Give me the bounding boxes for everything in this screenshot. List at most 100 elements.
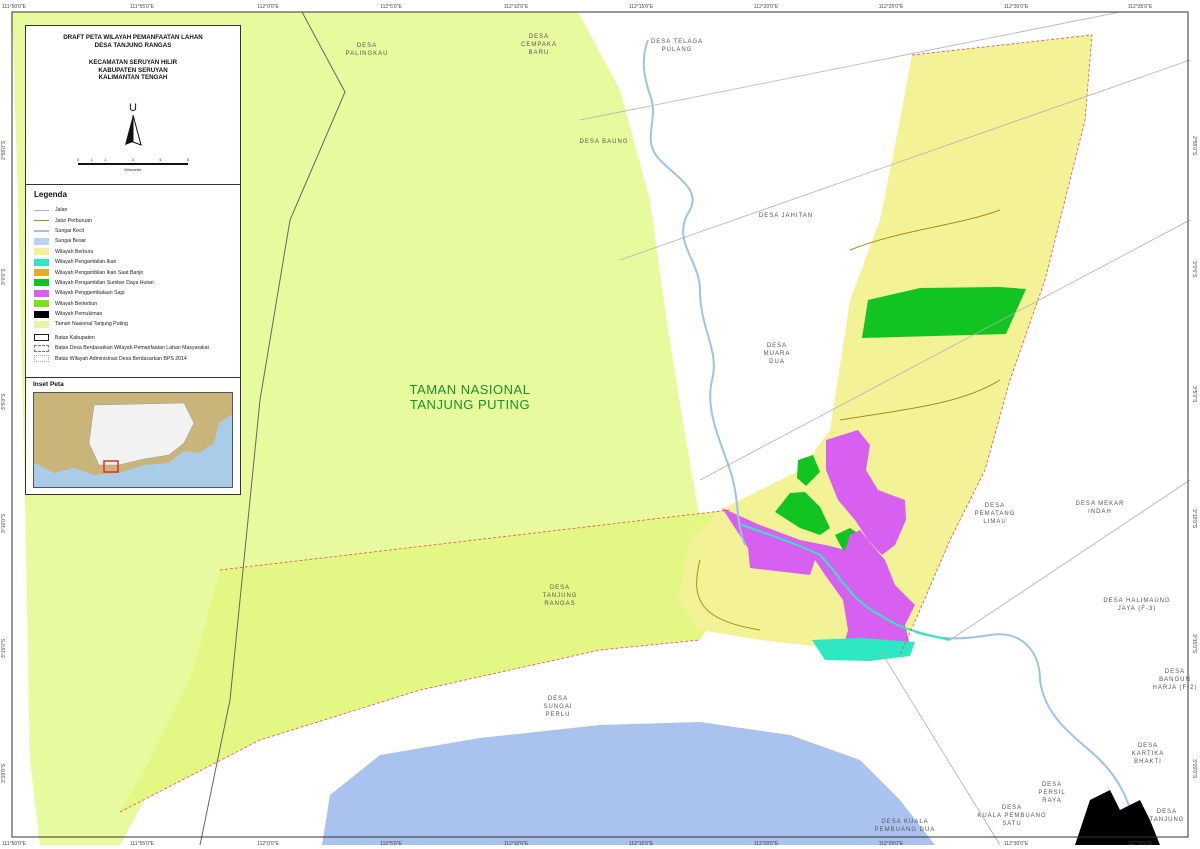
tick-label: 112°5'0"E — [380, 4, 402, 10]
tick-label: 111°55'0"E — [129, 4, 155, 10]
tick-label: 3°20'0"S — [1, 763, 7, 783]
inset-map — [33, 392, 233, 488]
map-title-line-1: DRAFT PETA WILAYAH PEMANFAATAN LAHAN — [63, 34, 203, 41]
tick-label: 3°0'0"S — [1, 268, 7, 285]
scale-number: 4 — [132, 158, 134, 162]
fishing-area — [812, 638, 915, 661]
place-halimaung-jaya: DESA HALIMAUNG JAYA (F-3) — [1103, 598, 1171, 612]
tick-label: 112°5'0"E — [380, 841, 402, 847]
legend-items: Jalan Jalur Perburuan Sungai Kecil Sungai B… — [34, 205, 236, 364]
tick-label: 112°35'0"E — [1127, 4, 1153, 10]
scale-number: 2 — [104, 158, 107, 162]
legend-swatch — [34, 320, 49, 328]
tick-label: 3°15'0"S — [1191, 634, 1197, 654]
legend-item: Batas Kabupaten — [34, 333, 236, 343]
place-pematang-limau: DESA PEMATANG LIMAU — [974, 503, 1016, 525]
legend-swatch — [34, 279, 49, 287]
tick-label: 2°55'0"S — [1191, 136, 1197, 156]
legend-swatch — [34, 227, 49, 234]
legend: Legenda Jalan Jalur Perburuan Sungai Kecil… — [26, 185, 240, 378]
place-baung: DESA BAUNG — [579, 139, 629, 145]
legend-swatch — [34, 258, 49, 266]
place-mekar-indah: DESA MEKAR INDAH — [1075, 501, 1125, 515]
legend-heading: Legenda — [34, 190, 67, 199]
tick-label: 111°50'0"E — [1, 841, 27, 847]
legend-swatch — [34, 248, 49, 256]
map-title: DRAFT PETA WILAYAH PEMANFAATAN LAHAN DES… — [26, 34, 240, 49]
tick-label: 112°10'0"E — [503, 4, 529, 10]
tick-label: 112°35'0"E — [1127, 841, 1153, 847]
legend-label: Wilayah Berburu — [55, 248, 94, 255]
tick-label: 112°0'0"E — [257, 841, 279, 847]
tick-label: 3°15'0"S — [1, 638, 7, 658]
legend-item: Wilayah Berburu — [34, 247, 236, 257]
place-telaga-pulang: DESA TELAGA PULANG — [650, 39, 704, 53]
tick-label: 112°30'0"E — [1003, 841, 1029, 847]
park-label-line-1: TAMAN NASIONAL — [409, 382, 531, 397]
legend-item: Wilayah Pemukiman — [34, 309, 236, 319]
north-letter: U — [129, 102, 137, 114]
park-label-line-2: TANJUNG PUTING — [409, 397, 531, 412]
scale-number: 1 — [90, 158, 93, 162]
map-canvas: 111°50'0"E 111°55'0"E 112°0'0"E 112°5'0"E 11… — [0, 0, 1200, 849]
legend-item: Wilayah Penggembalaan Sapi — [34, 288, 236, 298]
legend-swatch — [34, 344, 49, 352]
legend-label: Wilayah Penggembalaan Sapi — [55, 290, 125, 297]
north-arrow: U — [118, 102, 148, 151]
place-sungai-perlu: DESA SUNGAI PERLU — [543, 696, 573, 718]
legend-swatch — [34, 217, 49, 224]
legend-label: Batas Kabupaten — [55, 334, 95, 341]
place-jahitan: DESA JAHITAN — [758, 213, 814, 219]
place-tanjung-rangas: DESA TANJUNG RANGAS — [542, 585, 578, 607]
legend-item: Sungai Kecil — [34, 226, 236, 236]
legend-item: Batas Wilayah Administrasi Desa Berdasar… — [34, 353, 236, 363]
inset-heading: Inset Peta — [33, 381, 64, 388]
tick-label: 112°25'0"E — [878, 841, 904, 847]
scale-number: 8 — [187, 158, 189, 162]
legend-swatch — [34, 207, 49, 214]
map-subtitle-line-1: KECAMATAN SERUYAN HILIR — [88, 59, 178, 66]
scale-bar: 0 1 2 4 6 8 Kilometer — [77, 158, 189, 172]
place-kuala-pembuang-dua: DESA KUALA PEMBUANG DUA — [874, 819, 936, 833]
place-muara-dua: DESA MUARA DUA — [763, 343, 791, 365]
park-label: TAMAN NASIONAL TANJUNG PUTING — [410, 382, 531, 412]
tick-label: 2°55'0"S — [1, 140, 7, 160]
legend-label: Wilayah Pengambilan Sumber Daya Hutan — [55, 279, 154, 286]
place-palingkau: DESA PALINGKAU — [345, 43, 389, 57]
legend-label: Wilayah Pengambilan Ikan — [55, 259, 117, 266]
legend-item: Wilayah Pengambilan Ikan — [34, 257, 236, 267]
legend-swatch — [34, 310, 49, 318]
tick-label: 112°10'0"E — [503, 841, 529, 847]
legend-swatch — [34, 237, 49, 245]
place-tanjung: DESA TANJUNG — [1149, 809, 1185, 823]
tick-label: 112°20'0"E — [753, 841, 779, 847]
legend-label: Sungai Besar — [55, 238, 87, 245]
legend-swatch — [34, 300, 49, 308]
legend-swatch — [34, 355, 49, 363]
inset-map-block: Inset Peta — [26, 378, 240, 496]
tick-label: 3°10'0"S — [1, 513, 7, 533]
legend-label: Jalur Perburuan — [55, 217, 92, 224]
tick-label: 3°0'0"S — [1191, 261, 1197, 278]
tick-label: 3°5'0"S — [1191, 386, 1197, 403]
inset-map-graphic — [34, 393, 232, 487]
tick-label: 3°5'0"S — [1, 393, 7, 410]
title-block: DRAFT PETA WILAYAH PEMANFAATAN LAHAN DES… — [26, 26, 240, 185]
legend-item: Wilayah Pengambilan Sumber Daya Hutan — [34, 278, 236, 288]
legend-label: Wilayah Berkebun — [55, 300, 98, 307]
map-title-line-2: DESA TANJUNG RANGAS — [94, 41, 172, 49]
tick-label: 112°15'0"E — [628, 841, 654, 847]
tick-label: 111°50'0"E — [1, 4, 27, 10]
legend-label: Batas Desa Berdasarkan Wilayah Pemanfaat… — [55, 345, 209, 352]
place-bangun-harja: DESA BANGUN HARJA (F-2) — [1152, 669, 1198, 691]
place-kartika-bhakti: DESA KARTIKA BHAKTI — [1131, 743, 1165, 765]
legend-item: Wilayah Berkebun — [34, 299, 236, 309]
legend-label: Wilayah Pemukiman — [55, 311, 103, 318]
tick-label: 111°55'0"E — [129, 841, 155, 847]
map-subtitle-line-3: KALIMANTAN TENGAH — [98, 74, 168, 81]
legend-swatch — [34, 289, 49, 297]
place-kuala-pembuang-satu: DESA KUALA PEMBUANG SATU — [977, 805, 1047, 827]
legend-label: Wilayah Pengambilan Ikan Saat Banjir — [55, 269, 144, 276]
legend-swatch — [34, 269, 49, 277]
scale-segments — [78, 163, 188, 165]
